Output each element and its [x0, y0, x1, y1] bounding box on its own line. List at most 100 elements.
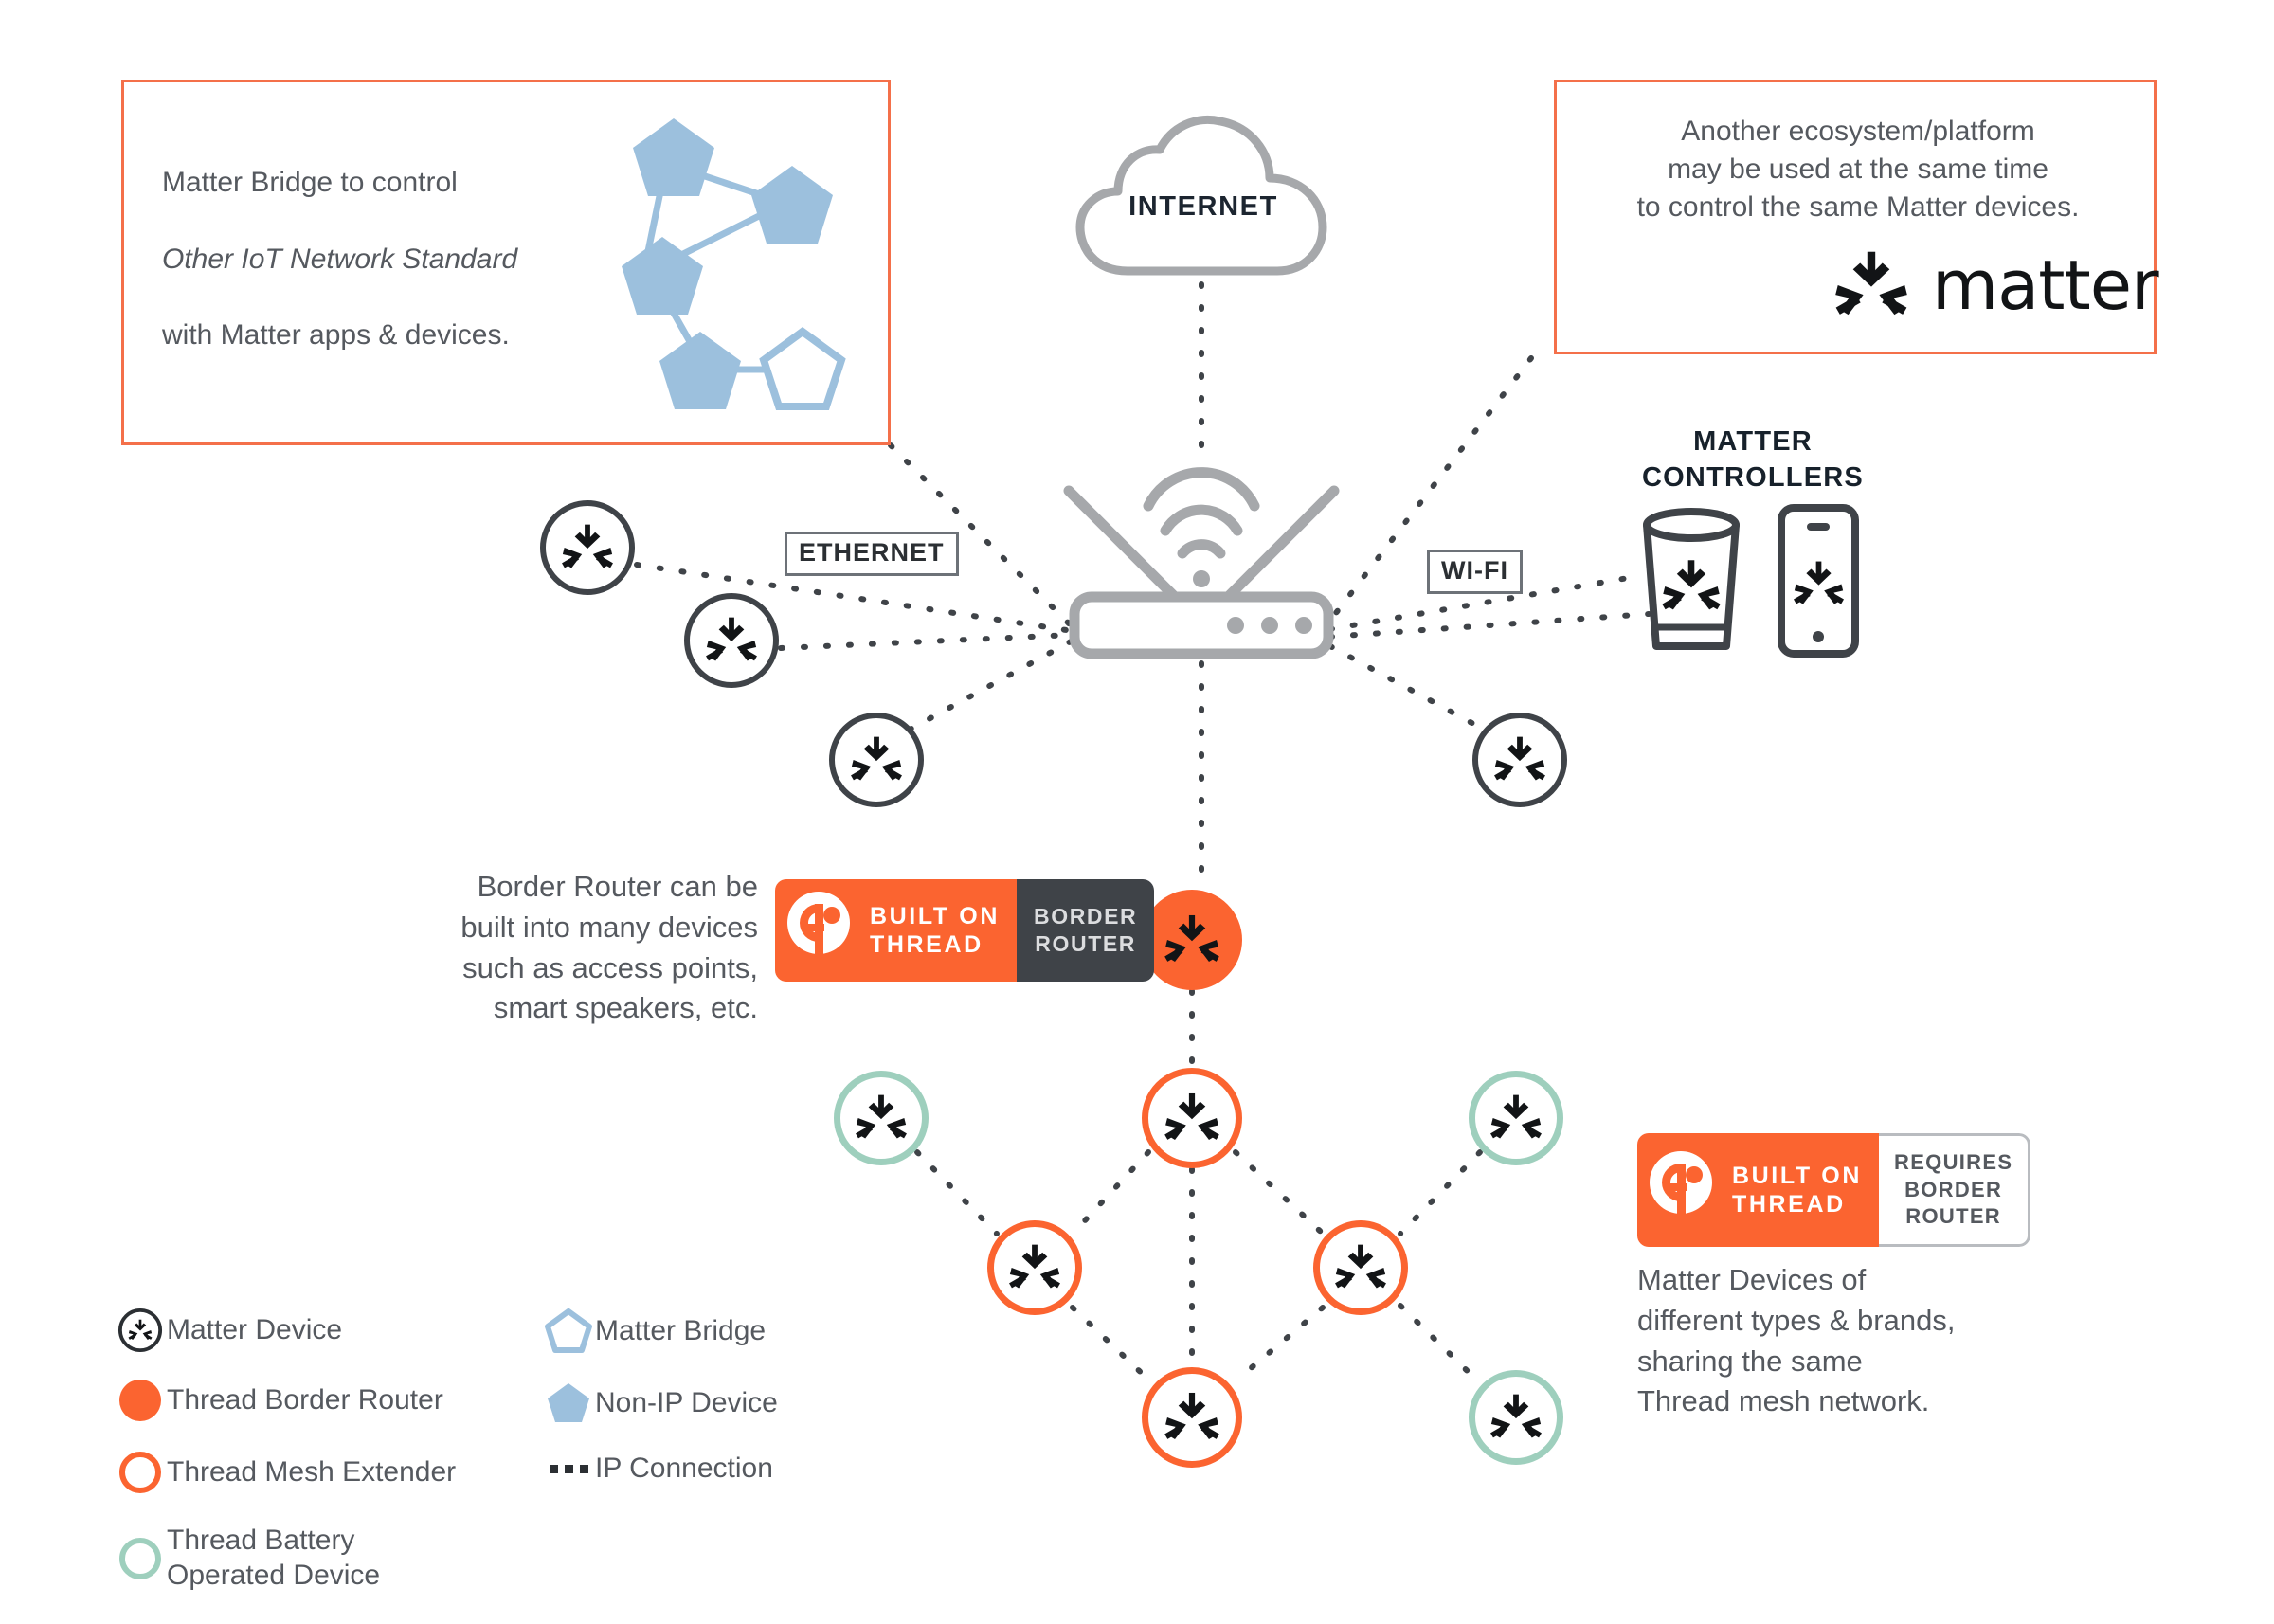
dotted-line-icon — [549, 1464, 588, 1473]
router-led-3 — [1295, 617, 1312, 634]
badge-left-orange: BUILT ON THREAD — [775, 879, 1017, 982]
legend-label-ip-connection: IP Connection — [595, 1453, 773, 1484]
speaker-icon — [1643, 508, 1740, 650]
legend-non-ip-device: Non-IP Device — [542, 1380, 778, 1427]
legend-swatch-thread-border-router — [114, 1380, 167, 1421]
thread-battery-device-right[interactable] — [1469, 1071, 1563, 1165]
matter-device-icon — [1164, 914, 1219, 962]
thread-mesh-note: Matter Devices of different types & bran… — [1637, 1263, 1956, 1418]
legend-swatch-ip-connection — [542, 1464, 595, 1473]
wifi-arc-middle — [1160, 504, 1243, 536]
matter-device-icon — [1009, 1244, 1060, 1289]
router-led-1 — [1227, 617, 1244, 634]
legend-swatch-thread-battery-device — [114, 1537, 167, 1579]
legend-label-matter-bridge: Matter Bridge — [595, 1314, 767, 1346]
matter-bridge-callout: Matter Bridge to control Other IoT Netwo… — [121, 80, 891, 445]
link-mesh-top-left — [1072, 1149, 1151, 1235]
thread-border-router-node[interactable] — [1142, 890, 1242, 990]
legend-label-thread-mesh-extender: Thread Mesh Extender — [167, 1455, 457, 1488]
thread-battery-device-bottomright[interactable] — [1469, 1370, 1563, 1465]
border-router-note: Border Router can be built into many dev… — [460, 870, 758, 1025]
antenna-right — [1222, 485, 1340, 603]
router-led-2 — [1261, 617, 1278, 634]
matter-device-icon — [562, 524, 613, 568]
legend-swatch-matter-device — [114, 1308, 167, 1353]
link-mesh-top-right — [1233, 1149, 1324, 1235]
built-on-thread-requires-border-router-badge[interactable]: BUILT ON THREAD REQUIRES BORDER ROUTER — [1637, 1133, 2031, 1247]
matter-device-icon — [1490, 1394, 1542, 1438]
link-mesh-right-bottom — [1235, 1305, 1326, 1382]
matter-logo-icon — [1835, 251, 1907, 316]
ethernet-label: ETHERNET — [785, 532, 959, 576]
matter-device-eth-2[interactable] — [684, 593, 779, 688]
matter-device-icon — [1494, 736, 1545, 781]
legend-matter-device: Matter Device — [114, 1308, 342, 1353]
thread-battery-device-left[interactable] — [834, 1071, 929, 1165]
wifi-dot — [1193, 570, 1210, 587]
legend: Matter Device Thread Border Router Threa… — [114, 1308, 910, 1592]
phone-home-button — [1813, 631, 1824, 642]
non-ip-pentagon-2 — [751, 166, 833, 244]
bridge-line-1: Matter Bridge to control — [162, 167, 458, 199]
internet-cloud: INTERNET — [1069, 106, 1338, 288]
matter-device-icon — [117, 1308, 163, 1353]
link-eth2-router — [778, 632, 1075, 651]
smartphone-controller — [1774, 502, 1863, 659]
matter-device-icon — [1164, 1392, 1219, 1439]
thread-group-logo-icon — [787, 892, 850, 966]
wifi-router-icon — [1063, 467, 1340, 659]
bridge-line-2: Other IoT Network Standard — [162, 243, 518, 275]
smart-speaker-controller — [1632, 500, 1751, 659]
link-battery-right-mesh-right — [1398, 1149, 1483, 1236]
badge-built-on-thread-text-2: BUILT ON THREAD — [1732, 1162, 1862, 1218]
badge-built-on-thread-text: BUILT ON THREAD — [870, 902, 1000, 959]
matter-controllers-heading: MATTER CONTROLLERS — [1642, 426, 1864, 493]
non-ip-pentagon-4 — [659, 332, 741, 409]
matter-wordmark: matter — [1932, 245, 2159, 325]
phone-speaker-slot — [1807, 523, 1830, 531]
matter-device-icon — [1164, 1092, 1219, 1140]
thread-group-logo-icon — [1650, 1151, 1712, 1226]
legend-label-thread-border-router: Thread Border Router — [167, 1383, 443, 1416]
matter-logo-lockup: matter — [1832, 245, 2159, 325]
link-wifi-phone-router — [1327, 611, 1651, 640]
thread-mesh-extender-top[interactable] — [1142, 1068, 1242, 1168]
matter-device-icon — [706, 617, 757, 661]
wifi-label: WI-FI — [1427, 550, 1523, 594]
internet-label: INTERNET — [1128, 191, 1278, 222]
legend-thread-mesh-extender: Thread Mesh Extender — [114, 1452, 456, 1493]
link-battery-left-mesh-left — [914, 1149, 1000, 1236]
matter-device-icon — [1490, 1094, 1542, 1139]
thread-mesh-extender-left[interactable] — [987, 1220, 1082, 1315]
router-body — [1069, 591, 1334, 659]
wifi-arc-outer — [1143, 467, 1260, 512]
matter-bridge-callout-text: Matter Bridge to control Other IoT Netwo… — [162, 126, 607, 354]
matter-device-eth-1[interactable] — [540, 500, 635, 595]
ecosystem-callout-text: Another ecosystem/platform may be used a… — [1636, 116, 2080, 224]
antenna-left — [1063, 485, 1181, 603]
matter-device-eth-3[interactable] — [829, 713, 924, 807]
legend-label-non-ip-device: Non-IP Device — [595, 1386, 778, 1418]
matter-bridge-pentagon — [759, 327, 846, 410]
legend-swatch-matter-bridge — [542, 1308, 595, 1355]
legend-matter-bridge: Matter Bridge — [542, 1308, 766, 1355]
legend-label-matter-device: Matter Device — [167, 1313, 343, 1345]
thread-mesh-extender-right[interactable] — [1313, 1220, 1408, 1315]
badge-left-orange-2: BUILT ON THREAD — [1637, 1133, 1879, 1247]
legend-thread-battery-device: Thread Battery Operated Device — [114, 1524, 380, 1593]
thread-mesh-extender-bottom[interactable] — [1142, 1367, 1242, 1468]
filled-circle-icon — [119, 1380, 161, 1421]
wifi-arc-inner — [1177, 539, 1226, 559]
built-on-thread-border-router-badge[interactable]: BUILT ON THREAD BORDER ROUTER — [775, 879, 1155, 982]
link-mesh-right-battery-br — [1398, 1303, 1483, 1386]
legend-thread-border-router: Thread Border Router — [114, 1380, 443, 1421]
bridge-line-3: with Matter apps & devices. — [162, 318, 510, 351]
speaker-top — [1643, 508, 1740, 542]
matter-device-wifi-1[interactable] — [1472, 713, 1567, 807]
ring-circle-icon — [119, 1452, 161, 1493]
ring-circle-icon — [119, 1537, 161, 1579]
legend-label-thread-battery-device: Thread Battery Operated Device — [167, 1525, 381, 1591]
phone-icon — [1778, 504, 1859, 658]
legend-ip-connection: IP Connection — [542, 1452, 773, 1487]
bridge-pentagon-mesh — [622, 118, 846, 410]
